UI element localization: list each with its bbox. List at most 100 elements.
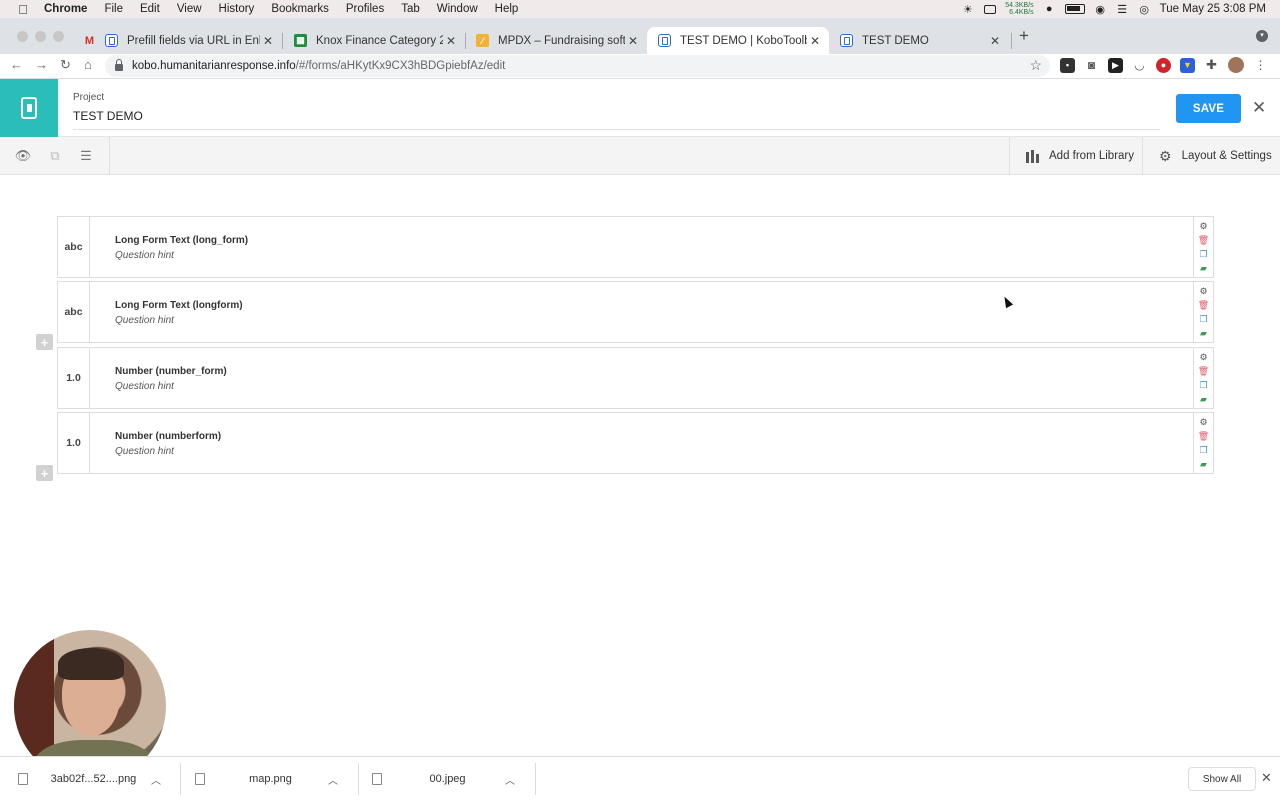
new-tab-icon[interactable]: + (1019, 27, 1029, 45)
menu-bookmarks[interactable]: Bookmarks (271, 3, 329, 15)
minimize-window-button[interactable] (35, 31, 46, 42)
menu-profiles[interactable]: Profiles (346, 3, 384, 15)
browser-tab[interactable]: ⁄ MPDX – Fundraising software f ✕ (465, 27, 647, 54)
close-tab-icon[interactable]: ✕ (987, 34, 1003, 48)
chevron-up-icon[interactable]: ︿ (328, 772, 338, 787)
browser-tab[interactable]: ▦ Knox Finance Category 2021 - ✕ (283, 27, 465, 54)
more-menu-icon[interactable]: ⋮ (1253, 58, 1268, 73)
delete-trash-icon[interactable]: 🗑 (1198, 300, 1210, 310)
delete-trash-icon[interactable]: 🗑 (1198, 235, 1210, 245)
duplicate-icon[interactable]: ❐ (1198, 249, 1210, 259)
back-icon[interactable]: ← (10, 57, 23, 72)
browser-tab-active[interactable]: TEST DEMO | KoboToolbox ✕ (647, 27, 829, 54)
browser-tab[interactable]: M Prefill fields via URL in Enketo ✕ (72, 27, 282, 54)
address-bar[interactable]: kobo.humanitarianresponse.info/#/forms/a… (105, 55, 1050, 77)
extension-icon[interactable]: ● (1156, 57, 1171, 73)
duplicate-icon[interactable]: ❐ (1198, 380, 1210, 390)
home-icon[interactable]: ⌂ (84, 57, 92, 72)
add-to-library-icon[interactable]: ▰ (1198, 263, 1210, 273)
file-icon (372, 773, 382, 785)
menu-tab[interactable]: Tab (401, 3, 420, 15)
question-row[interactable]: abc Long Form Text (long_form) Question … (57, 216, 1214, 278)
reload-icon[interactable]: ↻ (60, 57, 71, 73)
close-icon[interactable]: ✕ (1252, 98, 1266, 118)
pocket-icon[interactable]: ◡ (1132, 58, 1147, 73)
menu-clock[interactable]: Tue May 25 3:08 PM (1160, 3, 1266, 15)
add-to-library-icon[interactable]: ▰ (1198, 328, 1210, 338)
profile-avatar[interactable] (1228, 57, 1244, 73)
delete-trash-icon[interactable]: 🗑 (1198, 366, 1210, 376)
duplicate-icon[interactable]: ❐ (1198, 445, 1210, 455)
show-all-downloads-button[interactable]: Show All (1188, 767, 1256, 791)
delete-trash-icon[interactable]: 🗑 (1198, 431, 1210, 441)
tab-search-icon[interactable]: ▾ (1256, 30, 1268, 42)
apple-icon[interactable]:  (16, 2, 30, 17)
menu-edit[interactable]: Edit (140, 3, 160, 15)
question-row[interactable]: 1.0 Number (number_form) Question hint ⚙… (57, 347, 1214, 409)
add-question-button[interactable]: + (36, 334, 53, 350)
question-hint[interactable]: Question hint (115, 446, 174, 457)
close-tab-icon[interactable]: ✕ (625, 34, 641, 48)
question-row[interactable]: abc Long Form Text (longform) Question h… (57, 281, 1214, 343)
camera-icon[interactable]: ◙ (1084, 58, 1099, 73)
menu-chrome[interactable]: Chrome (44, 3, 87, 15)
bookmark-star-icon[interactable]: ☆ (1029, 57, 1042, 74)
tab-title: TEST DEMO (862, 34, 929, 47)
settings-gear-icon[interactable]: ⚙ (1198, 352, 1210, 362)
skip-logic-icon[interactable]: ☰ (77, 147, 95, 165)
question-label[interactable]: Number (number_form) (115, 366, 227, 377)
browser-tab[interactable]: TEST DEMO ✕ (829, 27, 1009, 54)
settings-gear-icon[interactable]: ⚙ (1198, 286, 1210, 296)
kobo-logo-icon[interactable] (0, 79, 58, 137)
menu-history[interactable]: History (219, 3, 255, 15)
maximize-window-button[interactable] (53, 31, 64, 42)
wifi-icon[interactable]: ◉ (1094, 3, 1107, 16)
preview-eye-icon[interactable]: 👁 (14, 147, 32, 165)
question-label[interactable]: Number (numberform) (115, 431, 221, 442)
menu-window[interactable]: Window (437, 3, 478, 15)
question-hint[interactable]: Question hint (115, 250, 174, 261)
puzzle-icon[interactable]: ✚ (1204, 57, 1219, 73)
menu-file[interactable]: File (104, 3, 123, 15)
close-tab-icon[interactable]: ✕ (807, 34, 823, 48)
close-tab-icon[interactable]: ✕ (443, 34, 459, 48)
close-window-button[interactable] (17, 31, 28, 42)
add-from-library-button[interactable]: Add from Library (1026, 137, 1134, 175)
add-question-button[interactable]: + (36, 465, 53, 481)
chevron-up-icon[interactable]: ︿ (151, 772, 161, 787)
add-to-library-icon[interactable]: ▰ (1198, 394, 1210, 404)
screen-record-icon[interactable] (983, 3, 996, 15)
control-center-icon[interactable]: ☰ (1116, 3, 1129, 16)
chevron-up-icon[interactable]: ︿ (505, 772, 515, 787)
extension-icon[interactable]: ▶ (1108, 57, 1123, 73)
download-item[interactable]: 00.jpeg ︿ (372, 763, 515, 795)
menu-view[interactable]: View (177, 3, 202, 15)
url-text[interactable]: kobo.humanitarianresponse.info/#/forms/a… (132, 60, 505, 72)
extension-icon[interactable]: ▪ (1060, 57, 1075, 73)
layout-settings-button[interactable]: ⚙ Layout & Settings (1159, 137, 1272, 175)
group-questions-icon[interactable]: ⧉ (46, 147, 64, 165)
question-hint[interactable]: Question hint (115, 381, 174, 392)
siri-icon[interactable]: ◎ (1138, 3, 1151, 16)
download-item[interactable]: map.png ︿ (195, 763, 338, 795)
add-to-library-icon[interactable]: ▰ (1198, 459, 1210, 469)
question-label[interactable]: Long Form Text (longform) (115, 300, 243, 311)
settings-gear-icon[interactable]: ⚙ (1198, 417, 1210, 427)
close-tab-icon[interactable]: ✕ (260, 34, 276, 48)
extension-icon[interactable]: ▼ (1180, 57, 1195, 73)
user-icon[interactable]: ● (1043, 3, 1056, 15)
forward-icon[interactable]: → (35, 57, 48, 72)
battery-icon[interactable] (1064, 4, 1085, 14)
duplicate-icon[interactable]: ❐ (1198, 314, 1210, 324)
save-button[interactable]: SAVE (1176, 94, 1241, 123)
close-downloads-icon[interactable]: ✕ (1261, 770, 1272, 786)
question-row[interactable]: 1.0 Number (numberform) Question hint ⚙ … (57, 412, 1214, 474)
project-title-input[interactable]: TEST DEMO (73, 109, 1160, 130)
question-hint[interactable]: Question hint (115, 315, 174, 326)
menu-help[interactable]: Help (495, 3, 519, 15)
brightness-icon[interactable]: ☀ (961, 3, 974, 16)
lock-icon[interactable] (115, 59, 123, 71)
question-label[interactable]: Long Form Text (long_form) (115, 235, 248, 246)
download-item[interactable]: 3ab02f...52....png ︿ (18, 763, 161, 795)
settings-gear-icon[interactable]: ⚙ (1198, 221, 1210, 231)
